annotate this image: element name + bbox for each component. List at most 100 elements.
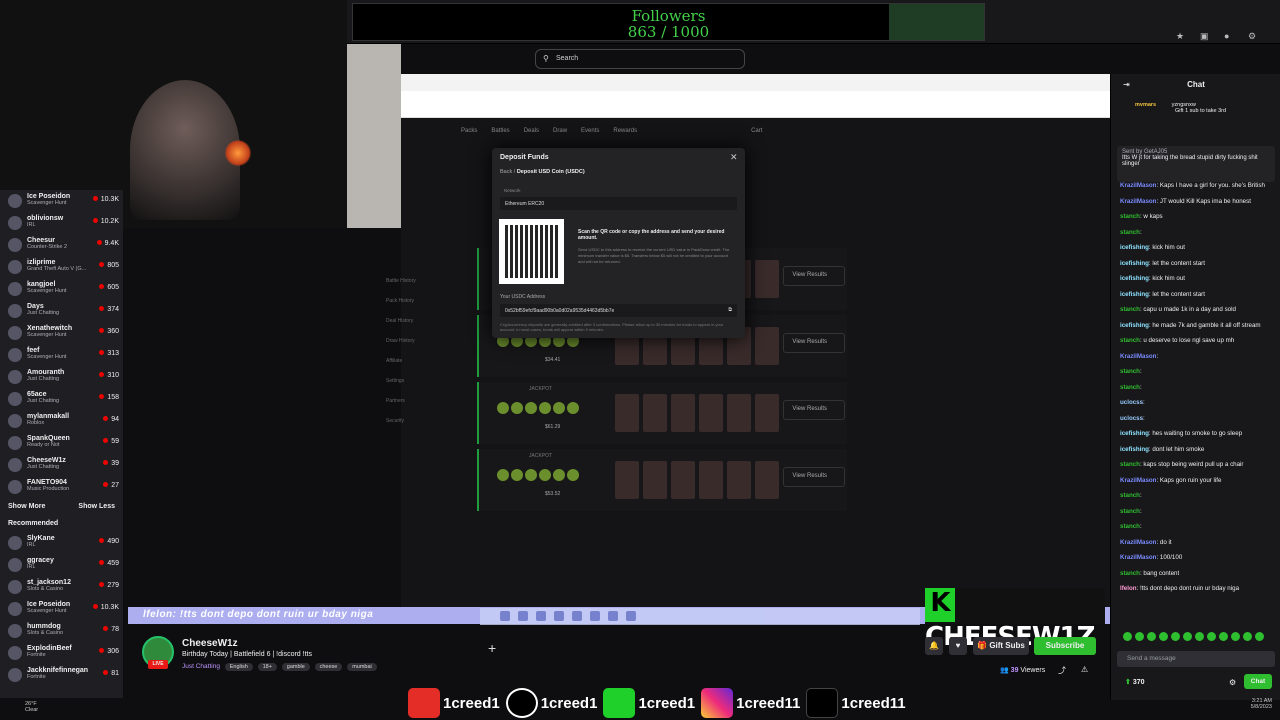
sidebar-channel[interactable]: ggracey IRL 459 <box>0 554 123 576</box>
chat-username[interactable]: lfelon <box>1120 585 1137 592</box>
chat-username[interactable]: KrazilMason <box>1120 477 1156 484</box>
emote-icon[interactable] <box>1123 632 1132 641</box>
tag-18plus[interactable]: 18+ <box>257 663 277 671</box>
chat-username[interactable]: uclocss <box>1120 415 1143 422</box>
profile-icon[interactable]: ● <box>1224 31 1236 43</box>
sidebar-channel[interactable]: oblivionsw IRL 10.2K <box>0 212 123 234</box>
nav-rewards[interactable]: Rewards <box>613 128 637 144</box>
emote-icon[interactable] <box>1207 632 1216 641</box>
tag-cheese[interactable]: cheese <box>314 663 343 671</box>
subscribe-button[interactable]: Subscribe <box>1034 637 1096 655</box>
view-results-button[interactable]: View Results <box>783 333 845 353</box>
collapse-chat-icon[interactable]: ⇥ <box>1123 80 1130 89</box>
chat-username[interactable]: uclocss <box>1120 399 1143 406</box>
emote-icon[interactable] <box>1231 632 1240 641</box>
sidebar-channel[interactable]: ExplodinBeef Fortnite 306 <box>0 642 123 664</box>
left-nav-pack-history[interactable]: Pack History <box>386 298 466 318</box>
chat-username[interactable]: stanch <box>1120 368 1140 375</box>
nav-packs[interactable]: Packs <box>461 128 477 144</box>
left-nav-partners[interactable]: Partners <box>386 398 466 418</box>
taskbar-app-icon[interactable] <box>554 611 564 621</box>
view-results-button[interactable]: View Results <box>783 266 845 286</box>
chat-username[interactable]: KrazilMason <box>1120 182 1156 189</box>
sidebar-channel[interactable]: feef Scavenger Hunt 313 <box>0 344 123 366</box>
chat-settings-icon[interactable]: ⚙ <box>1229 678 1236 687</box>
streamer-name[interactable]: CheeseW1z <box>182 638 238 649</box>
sidebar-channel[interactable]: SpankQueen Ready or Not 59 <box>0 432 123 454</box>
left-nav-deal-history[interactable]: Deal History <box>386 318 466 338</box>
left-nav-draw-history[interactable]: Draw History <box>386 338 466 358</box>
sidebar-channel[interactable]: Jackknifefinnegan Fortnite 81 <box>0 664 123 686</box>
nav-draw[interactable]: Draw <box>553 128 567 144</box>
emote-icon[interactable] <box>1135 632 1144 641</box>
chat-username[interactable]: stanch <box>1120 213 1140 220</box>
sidebar-channel[interactable]: kangjoel Scavenger Hunt 605 <box>0 278 123 300</box>
sidebar-channel[interactable]: izliprime Grand Theft Auto V (G... 805 <box>0 256 123 278</box>
sidebar-channel[interactable]: Ice Poseidon Scavenger Hunt 10.3K <box>0 598 123 620</box>
sidebar-channel[interactable]: st_jackson12 Slots & Casino 279 <box>0 576 123 598</box>
taskbar-app-icon[interactable] <box>536 611 546 621</box>
report-icon[interactable]: ⚠ <box>1081 665 1088 674</box>
nav-events[interactable]: Events <box>581 128 599 144</box>
chat-send-button[interactable]: Chat <box>1244 674 1272 689</box>
chat-username[interactable]: icefishing <box>1120 260 1149 267</box>
settings-icon[interactable]: ⚙ <box>1248 31 1260 43</box>
chat-username[interactable]: stanch <box>1120 508 1140 515</box>
bell-icon[interactable]: 🔔 <box>925 637 943 655</box>
cart-button[interactable]: Cart <box>751 128 762 144</box>
left-nav-security[interactable]: Security <box>386 418 466 438</box>
extension-icon[interactable]: ▣ <box>1200 31 1212 43</box>
emote-icon[interactable] <box>1243 632 1252 641</box>
view-results-button[interactable]: View Results <box>783 467 845 487</box>
show-less-link[interactable]: Show Less <box>78 503 115 511</box>
emote-icon[interactable] <box>1195 632 1204 641</box>
chat-username[interactable]: stanch <box>1120 492 1140 499</box>
channel-points[interactable]: ⬆ 370 <box>1125 678 1145 686</box>
stream-category[interactable]: Just Chatting <box>182 663 220 670</box>
chat-username[interactable]: stanch <box>1120 570 1140 577</box>
emote-icon[interactable] <box>1255 632 1264 641</box>
sidebar-channel[interactable]: hummdog Slots & Casino 78 <box>0 620 123 642</box>
copy-icon[interactable]: ⧉ <box>728 307 732 313</box>
nav-deals[interactable]: Deals <box>524 128 539 144</box>
view-results-button[interactable]: View Results <box>783 400 845 420</box>
chat-username[interactable]: KrazilMason <box>1120 539 1156 546</box>
chat-username[interactable]: icefishing <box>1120 430 1149 437</box>
chat-username[interactable]: stanch <box>1120 337 1140 344</box>
sidebar-channel[interactable]: Amouranth Just Chatting 310 <box>0 366 123 388</box>
taskbar-app-icon[interactable] <box>500 611 510 621</box>
chat-username[interactable]: KrazilMason <box>1120 353 1156 360</box>
left-nav-battle-history[interactable]: Battle History <box>386 278 466 298</box>
sidebar-channel[interactable]: FANETO904 Music Production 27 <box>0 476 123 498</box>
chat-username[interactable]: stanch <box>1120 461 1140 468</box>
taskbar-app-icon[interactable] <box>572 611 582 621</box>
back-link[interactable]: Back <box>500 169 512 175</box>
chat-username[interactable]: stanch <box>1120 523 1140 530</box>
sidebar-channel[interactable]: SlyKane IRL 490 <box>0 532 123 554</box>
emote-icon[interactable] <box>1183 632 1192 641</box>
gift-subs-button[interactable]: 🎁 Gift Subs <box>973 637 1029 655</box>
taskbar-app-icon[interactable] <box>626 611 636 621</box>
sidebar-channel[interactable]: mylanmakall Roblox 94 <box>0 410 123 432</box>
emote-icon[interactable] <box>1147 632 1156 641</box>
star-icon[interactable]: ★ <box>1176 31 1188 43</box>
left-nav-affiliate[interactable]: Affiliate <box>386 358 466 378</box>
taskbar-app-icon[interactable] <box>608 611 618 621</box>
tag-english[interactable]: English <box>224 663 253 671</box>
chat-input[interactable]: Send a message <box>1117 651 1275 667</box>
show-more-link[interactable]: Show More <box>8 503 45 511</box>
chat-username[interactable]: stanch <box>1120 229 1140 236</box>
nav-battles[interactable]: Battles <box>491 128 509 144</box>
taskbar-app-icon[interactable] <box>518 611 528 621</box>
sidebar-channel[interactable]: Days Just Chatting 374 <box>0 300 123 322</box>
share-icon[interactable]: ⤴ <box>1058 665 1066 676</box>
heart-icon[interactable]: ♥ <box>949 637 967 655</box>
emote-icon[interactable] <box>1159 632 1168 641</box>
chat-username[interactable]: icefishing <box>1120 275 1149 282</box>
chat-username[interactable]: icefishing <box>1120 322 1149 329</box>
chat-username[interactable]: KrazilMason <box>1120 554 1156 561</box>
taskbar-app-icon[interactable] <box>590 611 600 621</box>
left-nav-settings[interactable]: Settings <box>386 378 466 398</box>
chat-username[interactable]: icefishing <box>1120 291 1149 298</box>
chat-username[interactable]: KrazilMason <box>1120 198 1156 205</box>
